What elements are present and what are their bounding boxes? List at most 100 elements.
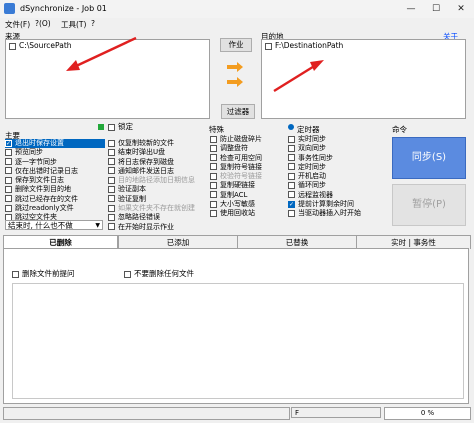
special-option[interactable]: 复制ACL <box>210 191 286 200</box>
special-option[interactable]: 调整盘符 <box>210 144 286 153</box>
special-checkbox[interactable] <box>210 172 217 180</box>
deleted-files-list[interactable] <box>12 283 464 399</box>
timer-option[interactable]: 定时同步 <box>288 163 388 172</box>
special-option[interactable]: 检查可用空间 <box>210 154 286 163</box>
tab-added[interactable]: 已添加 <box>118 235 238 249</box>
special-label: 特殊 <box>209 125 224 134</box>
menu-file[interactable]: 文件(F) <box>5 19 30 30</box>
timer-checkbox[interactable] <box>288 181 295 189</box>
main-checkbox[interactable] <box>108 167 115 175</box>
pause-button[interactable]: 暂停(P) <box>392 184 466 226</box>
special-checkbox[interactable] <box>210 154 217 162</box>
timer-checkbox[interactable] <box>288 135 295 143</box>
main-checkbox[interactable] <box>5 148 12 156</box>
main-option[interactable]: 仅在出错时记录日志 <box>5 167 105 176</box>
destination-item[interactable]: F:\DestinationPath <box>262 40 465 51</box>
special-option[interactable]: 复制硬链接 <box>210 181 286 190</box>
source-checkbox[interactable] <box>9 42 16 50</box>
main-option[interactable]: 验证复制 <box>108 195 206 204</box>
main-checkbox[interactable] <box>5 195 12 203</box>
close-icon[interactable]: ✕ <box>453 2 469 16</box>
timer-option-label: 双向同步 <box>298 144 326 153</box>
main-option-label: 在开始时显示作业 <box>118 222 174 231</box>
tab-realtime[interactable]: 实时 | 事务性 <box>356 235 471 249</box>
special-checkbox[interactable] <box>210 181 217 189</box>
main-checkbox[interactable] <box>108 195 115 203</box>
main-option-label: 将日志保存到磁盘 <box>118 157 174 166</box>
main-checkbox[interactable] <box>5 167 12 175</box>
special-checkbox[interactable] <box>210 163 217 171</box>
main-option-label: 验证复制 <box>118 194 146 203</box>
timer-option[interactable]: 当驱动器插入时开始 <box>288 209 388 218</box>
main-option[interactable]: 跳过readonly文件 <box>5 204 105 213</box>
main-option[interactable]: 通知邮件发送日志 <box>108 167 206 176</box>
main-checkbox[interactable] <box>5 185 12 193</box>
tab-replaced[interactable]: 已替换 <box>237 235 357 249</box>
sync-button[interactable]: 同步(S) <box>392 137 466 179</box>
main-option[interactable]: 仅复制较新的文件 <box>108 139 206 148</box>
timer-checkbox[interactable] <box>288 191 295 199</box>
special-checkbox[interactable] <box>210 191 217 199</box>
main-checkbox[interactable] <box>108 139 115 147</box>
timer-option[interactable]: 事务性同步 <box>288 154 388 163</box>
timer-checkbox[interactable] <box>288 154 295 162</box>
main-checkbox[interactable] <box>5 176 12 184</box>
menu-help[interactable]: ? <box>91 19 95 28</box>
special-option[interactable]: 复制符号链接 <box>210 163 286 172</box>
tab-deleted[interactable]: 已删除 <box>3 235 118 249</box>
special-checkbox[interactable] <box>210 144 217 152</box>
main-checkbox[interactable] <box>5 158 12 166</box>
no-delete-option[interactable]: 不要删除任何文件 <box>124 269 194 278</box>
special-option[interactable]: 大小写敏感 <box>210 200 286 209</box>
job-button[interactable]: 作业 <box>220 38 252 52</box>
timer-option[interactable]: 提前计算剩余时间 <box>288 200 388 209</box>
main-option[interactable]: 逐一字节同步 <box>5 158 105 167</box>
main-checkbox[interactable] <box>108 176 115 184</box>
timer-option[interactable]: 实时同步 <box>288 135 388 144</box>
timer-option[interactable]: 双向同步 <box>288 144 388 153</box>
main-checkbox[interactable] <box>5 204 12 212</box>
main-checkbox[interactable] <box>108 223 115 231</box>
main-checkbox[interactable] <box>108 213 115 221</box>
main-checkbox[interactable] <box>108 158 115 166</box>
main-option[interactable]: 将日志保存到磁盘 <box>108 158 206 167</box>
timer-option[interactable]: 循环同步 <box>288 181 388 190</box>
no-delete-checkbox[interactable] <box>124 270 131 278</box>
main-option[interactable]: 如果文件夹不存在就创建 <box>108 204 206 213</box>
special-checkbox[interactable] <box>210 135 217 143</box>
special-checkbox[interactable] <box>210 209 217 217</box>
timer-option-label: 开机启动 <box>298 172 326 181</box>
main-option[interactable]: 删除文件到目的地 <box>5 185 105 194</box>
timer-checkbox[interactable] <box>288 163 295 171</box>
main-option[interactable]: 预览同步 <box>5 148 105 157</box>
main-option[interactable]: 跳过已经存在的文件 <box>5 195 105 204</box>
end-action-dropdown[interactable]: 结束时, 什么也不做 ▼ <box>5 220 103 230</box>
minimize-icon[interactable]: — <box>403 2 419 16</box>
menu-options[interactable]: ?(O) <box>35 19 51 28</box>
timer-checkbox[interactable] <box>288 172 295 180</box>
filter-button[interactable]: 过滤器 <box>221 104 255 119</box>
lock-option[interactable]: 锁定 <box>108 122 133 131</box>
destination-checkbox[interactable] <box>265 42 272 50</box>
main-checkbox[interactable] <box>108 204 115 212</box>
ask-before-delete-option[interactable]: 删除文件前提问 <box>12 269 75 278</box>
main-checkbox[interactable] <box>108 185 115 193</box>
timer-checkbox[interactable] <box>288 200 295 209</box>
special-option[interactable]: 防止磁盘碎片 <box>210 135 286 144</box>
maximize-icon[interactable]: ☐ <box>428 2 444 16</box>
lock-checkbox[interactable] <box>108 123 115 131</box>
main-option[interactable]: 结束时弹出U盘 <box>108 148 206 157</box>
main-option[interactable]: 忽略路径错误 <box>108 213 206 222</box>
main-checkbox[interactable] <box>108 148 115 156</box>
special-checkbox[interactable] <box>210 200 217 208</box>
ask-before-delete-checkbox[interactable] <box>12 270 19 278</box>
main-option[interactable]: 退出时保存设置 <box>5 139 105 149</box>
timer-option[interactable]: 远程监视器 <box>288 191 388 200</box>
special-option[interactable]: 使用回收站 <box>210 209 286 218</box>
timer-checkbox[interactable] <box>288 144 295 152</box>
menu-tools[interactable]: 工具(T) <box>61 19 86 30</box>
main-checkbox[interactable] <box>5 139 12 148</box>
timer-checkbox[interactable] <box>288 209 295 217</box>
main-option[interactable]: 验证副本 <box>108 185 206 194</box>
main-option[interactable]: 在开始时显示作业 <box>108 223 206 232</box>
